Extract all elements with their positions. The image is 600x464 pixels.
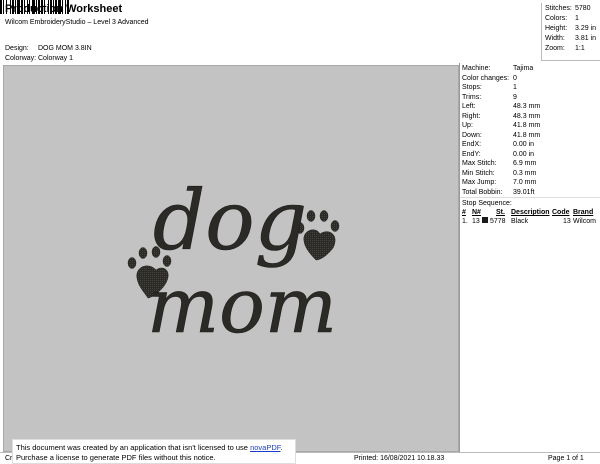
- info-value: 41.8 mm: [513, 122, 541, 129]
- info-value: 48.3 mm: [513, 103, 541, 110]
- info-value: 7.0 mm: [513, 179, 537, 186]
- page-number: Page 1 of 1: [548, 455, 584, 462]
- info-label: Trims:: [462, 93, 482, 101]
- col-header-description: Description: [511, 209, 550, 216]
- height-label: Height:: [545, 25, 568, 32]
- info-value: 0.00 in: [513, 150, 535, 158]
- zoom-value: 1:1: [575, 45, 585, 52]
- row-code: 13: [563, 218, 571, 225]
- col-header-st: St.: [496, 209, 505, 216]
- design-label: Design:: [5, 45, 29, 52]
- notice-line-1: This document was created by an applicat…: [16, 443, 292, 453]
- color-swatch: [482, 217, 488, 223]
- info-label: EndX:: [462, 141, 482, 148]
- info-label: Max Stitch:: [462, 160, 497, 167]
- artwork-word-dog: dog: [153, 174, 307, 269]
- worksheet-title: Production Worksheet: [5, 3, 123, 15]
- software-subtitle: Wilcom EmbroideryStudio – Level 3 Advanc…: [5, 19, 149, 26]
- novapdf-link[interactable]: novaPDF: [250, 443, 280, 452]
- col-header-num: #: [462, 209, 466, 216]
- printed-timestamp: Printed: 16/08/2021 10.18.33: [354, 455, 445, 462]
- width-label: Width:: [545, 35, 565, 42]
- stop-sequence-title: Stop Sequence:: [462, 200, 512, 207]
- colorway-value: Colorway 1: [38, 55, 74, 62]
- machine-info-panel: Machine: Tajima Color changes: 0 Stops: 1 Trim…: [459, 63, 600, 452]
- row-stitches: 5778: [490, 218, 506, 225]
- stitches-value: 5780: [575, 5, 591, 12]
- info-label: Up:: [462, 122, 473, 129]
- row-brand: Wilcom: [573, 218, 596, 225]
- license-notice: This document was created by an applicat…: [12, 439, 296, 464]
- embroidery-artwork: dog mom: [127, 174, 340, 350]
- info-value: 6.9 mm: [513, 160, 537, 167]
- info-label: Max Jump:: [462, 179, 497, 186]
- info-value: 0.3 mm: [513, 169, 537, 177]
- info-value: 48.3 mm: [513, 112, 541, 120]
- design-preview: dog mom: [3, 65, 459, 452]
- info-label: Down:: [462, 131, 482, 139]
- info-label: EndY:: [462, 150, 481, 158]
- col-header-n: N#: [472, 209, 481, 216]
- col-header-brand: Brand: [573, 209, 594, 216]
- notice-period: .: [280, 443, 283, 452]
- summary-box: Stitches: 5780 Colors: 1 Height: 3.29 in…: [541, 3, 600, 61]
- info-value: 0.00 in: [513, 141, 535, 148]
- info-label: Right:: [462, 112, 481, 120]
- info-label: Color changes:: [462, 74, 510, 82]
- info-label: Machine:: [462, 65, 491, 72]
- colors-value: 1: [575, 15, 579, 22]
- info-label: Left:: [462, 103, 476, 110]
- height-value: 3.29 in: [575, 25, 597, 32]
- zoom-label: Zoom:: [545, 45, 565, 52]
- info-value: 39.01ft: [513, 188, 535, 196]
- notice-line-2: Purchase a license to generate PDF files…: [16, 453, 216, 462]
- info-label: Stops:: [462, 84, 482, 91]
- width-value: 3.81 in: [575, 35, 597, 42]
- notice-text: This document was created by an applicat…: [16, 443, 251, 452]
- stitches-label: Stitches:: [545, 5, 572, 12]
- info-label: Total Bobbin:: [462, 188, 503, 196]
- col-header-code: Code: [552, 209, 570, 216]
- artwork-word-mom: mom: [147, 261, 337, 350]
- colors-label: Colors:: [545, 15, 568, 22]
- info-label: Min Stitch:: [462, 169, 495, 177]
- row-description: Black: [511, 218, 529, 225]
- row-num: 1.: [462, 218, 468, 225]
- design-value: DOG MOM 3.8IN: [38, 45, 92, 52]
- row-needle: 13: [472, 218, 480, 225]
- info-value: 41.8 mm: [513, 131, 541, 139]
- info-value: Tajima: [513, 65, 534, 72]
- info-value: 0: [513, 74, 517, 82]
- info-value: 9: [513, 93, 517, 101]
- info-value: 1: [513, 84, 517, 91]
- panel-divider: [460, 197, 600, 198]
- colorway-label: Colorway:: [5, 55, 37, 62]
